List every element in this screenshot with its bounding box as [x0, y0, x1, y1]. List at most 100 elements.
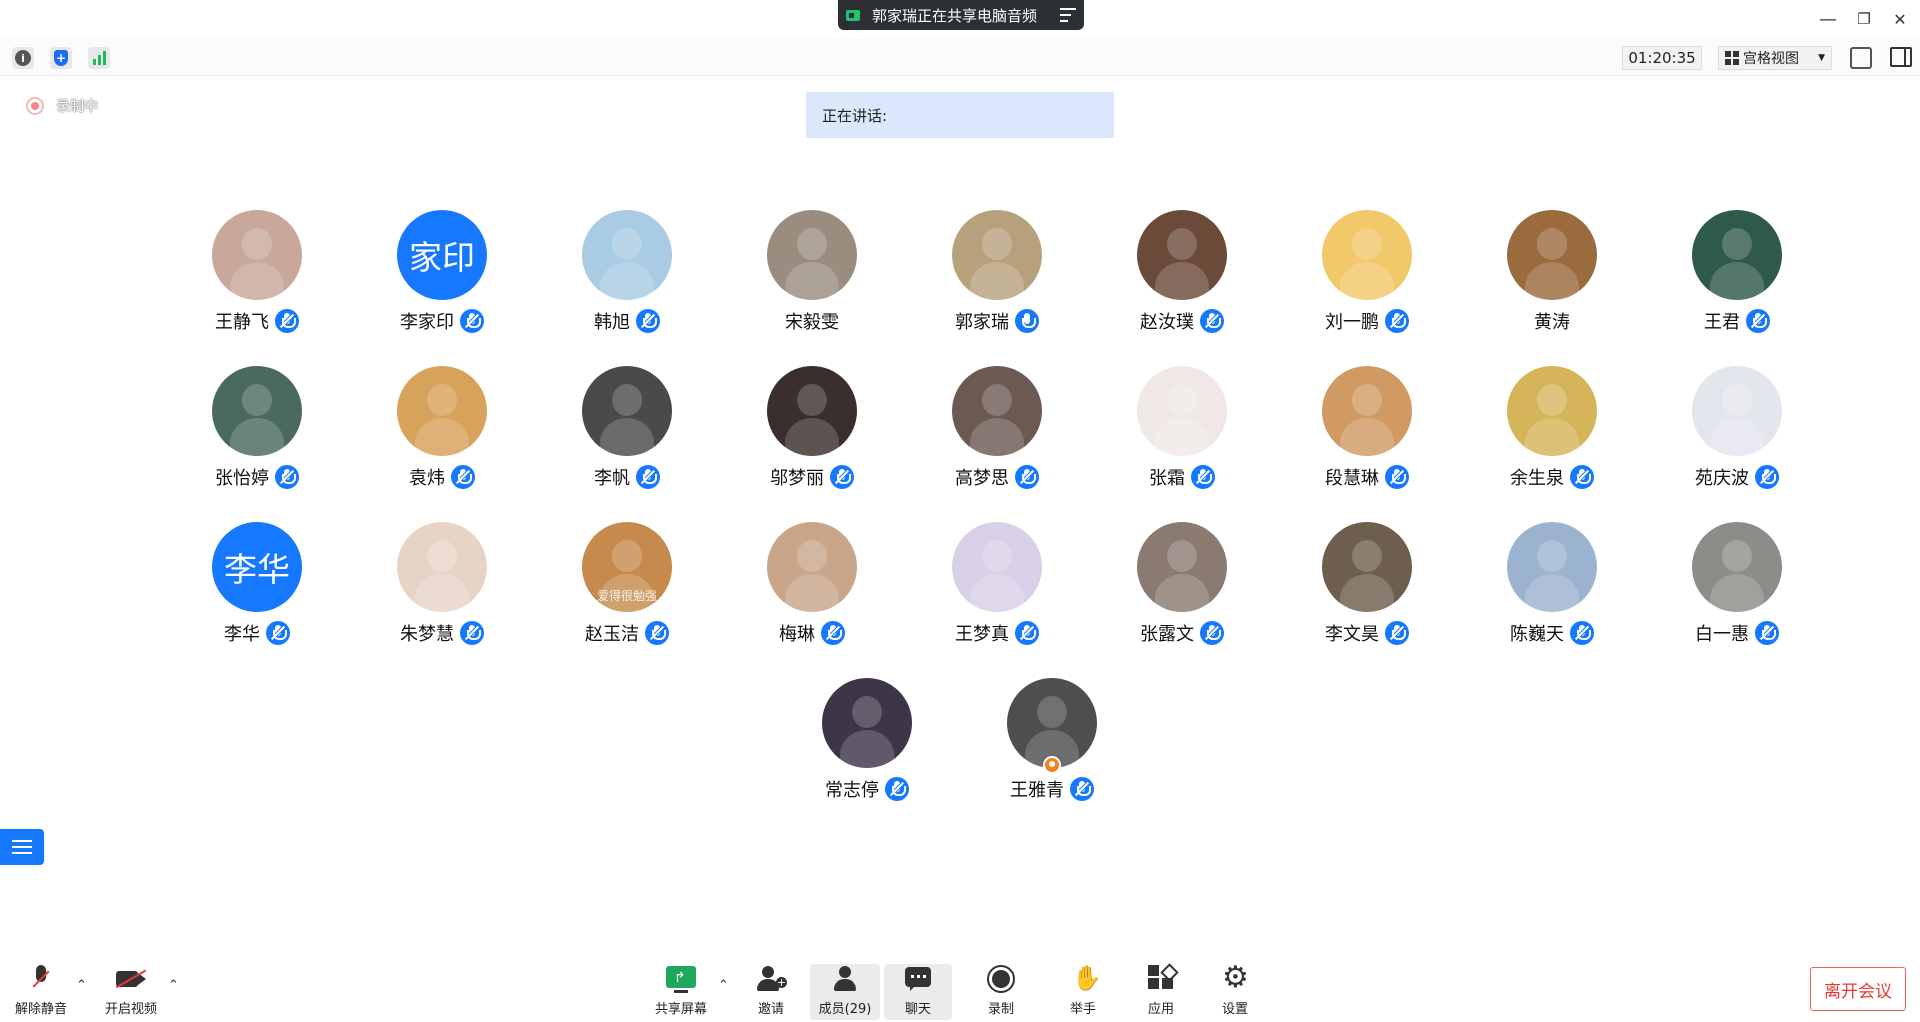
mic-muted-icon [460, 309, 484, 333]
avatar [952, 522, 1042, 612]
close-button[interactable]: ✕ [1884, 6, 1916, 32]
participant-name-row: 黄涛 [1455, 308, 1649, 334]
participant-name: 邬梦丽 [770, 468, 824, 489]
banner-menu-icon[interactable] [1060, 8, 1076, 22]
recording-label: 录制中 [56, 99, 98, 115]
participant-name-row: 赵汝璞 [1085, 308, 1279, 334]
participant-tile[interactable]: 赵汝璞 [1085, 210, 1270, 360]
participant-tile[interactable]: 刘一鹏 [1270, 210, 1455, 360]
members-icon [830, 964, 860, 994]
participant-tile[interactable]: 白一惠 [1640, 522, 1825, 672]
participant-name-row: 白一惠 [1640, 620, 1834, 646]
participant-name: 李家印 [400, 312, 454, 333]
participant-tile[interactable]: 王静飞 [160, 210, 345, 360]
participant-name: 段慧琳 [1325, 468, 1379, 489]
list-toggle-button[interactable] [0, 829, 44, 865]
participant-name-row: 李华 [160, 620, 354, 646]
video-options-chevron-icon[interactable]: ⌃ [168, 978, 179, 993]
restore-button[interactable]: ❐ [1848, 6, 1880, 32]
mic-muted-icon [830, 465, 854, 489]
record-button[interactable]: 录制 [966, 964, 1036, 1020]
mic-muted-icon [26, 964, 56, 994]
share-screen-icon: ↱ [666, 964, 696, 994]
security-button[interactable]: + [50, 47, 72, 69]
avatar: 爱得很勉强 [582, 522, 672, 612]
participant-tile[interactable]: 家印 李家印 [345, 210, 530, 360]
participant-name-row: 朱梦慧 [345, 620, 539, 646]
participant-tile[interactable]: 高梦思 [900, 366, 1085, 516]
avatar [582, 210, 672, 300]
invite-button[interactable]: + 邀请 [736, 964, 806, 1020]
mic-muted-icon [1755, 621, 1779, 645]
mic-muted-icon [1385, 465, 1409, 489]
avatar [1322, 522, 1412, 612]
apps-label: 应用 [1147, 1002, 1174, 1017]
mic-muted-icon [821, 621, 845, 645]
participant-name-row: 王静飞 [160, 308, 354, 334]
participant-tile[interactable]: 段慧琳 [1270, 366, 1455, 516]
start-video-button[interactable]: 开启视频 [96, 964, 166, 1020]
avatar [1322, 366, 1412, 456]
participant-name-row: 李文昊 [1270, 620, 1464, 646]
chat-button[interactable]: 聊天 [884, 964, 952, 1020]
participant-tile[interactable]: 王雅青 [955, 678, 1140, 828]
participant-tile[interactable]: 王君 [1640, 210, 1825, 360]
participant-name-row: 王雅青 [955, 776, 1149, 802]
raise-hand-button[interactable]: 举手 [1048, 964, 1118, 1020]
minimize-button[interactable]: — [1812, 6, 1844, 32]
apps-icon [1146, 964, 1176, 994]
avatar [1507, 522, 1597, 612]
avatar [1507, 366, 1597, 456]
apps-button[interactable]: 应用 [1126, 964, 1196, 1020]
participant-name: 黄涛 [1534, 312, 1570, 333]
participant-tile[interactable]: 梅琳 [715, 522, 900, 672]
participant-tile[interactable]: 爱得很勉强 赵玉洁 [530, 522, 715, 672]
participant-name: 张露文 [1140, 624, 1194, 645]
participant-tile[interactable]: 袁炜 [345, 366, 530, 516]
participant-tile[interactable]: 陈巍天 [1455, 522, 1640, 672]
participant-tile[interactable]: 黄涛 [1455, 210, 1640, 360]
participant-tile[interactable]: 张怡婷 [160, 366, 345, 516]
share-screen-button[interactable]: ↱ 共享屏幕 [646, 964, 716, 1020]
participant-tile[interactable]: 宋毅雯 [715, 210, 900, 360]
side-panel-toggle-button[interactable] [1890, 47, 1912, 67]
participant-name: 陈巍天 [1510, 624, 1564, 645]
leave-meeting-button[interactable]: 离开会议 [1810, 967, 1906, 1011]
participant-tile[interactable]: 张露文 [1085, 522, 1270, 672]
meeting-info-button[interactable]: i [12, 47, 34, 69]
participant-name-row: 赵玉洁 [530, 620, 724, 646]
share-options-chevron-icon[interactable]: ⌃ [718, 978, 729, 993]
participant-tile[interactable]: 李帆 [530, 366, 715, 516]
participant-tile[interactable]: 李文昊 [1270, 522, 1455, 672]
participant-name: 李华 [224, 624, 260, 645]
mic-muted-icon [1191, 465, 1215, 489]
camera-off-icon [116, 964, 146, 994]
network-status-button[interactable] [88, 47, 110, 69]
fullscreen-button[interactable] [1850, 47, 1872, 69]
audio-options-chevron-icon[interactable]: ⌃ [76, 978, 87, 993]
participant-tile[interactable]: 李华 李华 [160, 522, 345, 672]
participant-tile[interactable]: 张霜 [1085, 366, 1270, 516]
unmute-button[interactable]: 解除静音 [6, 964, 76, 1020]
settings-button[interactable]: 设置 [1200, 960, 1270, 1020]
unmute-label: 解除静音 [14, 1002, 67, 1017]
bottom-toolbar: 解除静音 ⌃ 开启视频 ⌃ ↱ 共享屏幕 ⌃ + 邀请 成员(29) 聊天 录制… [0, 956, 1920, 1022]
participant-tile[interactable]: 王梦真 [900, 522, 1085, 672]
participant-tile[interactable]: 苑庆波 [1640, 366, 1825, 516]
chevron-down-icon: ▼ [1818, 53, 1825, 63]
participant-tile[interactable]: 韩旭 [530, 210, 715, 360]
view-mode-select[interactable]: 宫格视图 ▼ [1718, 46, 1832, 70]
participant-tile[interactable]: 邬梦丽 [715, 366, 900, 516]
mic-muted-icon [1746, 309, 1770, 333]
participant-tile[interactable]: 余生泉 [1455, 366, 1640, 516]
meeting-timer: 01:20:35 [1622, 46, 1702, 70]
screen-share-banner[interactable]: 郭家瑞正在共享电脑音频 [838, 0, 1084, 30]
members-button[interactable]: 成员(29) [810, 964, 880, 1020]
participant-tile[interactable]: 朱梦慧 [345, 522, 530, 672]
participant-name: 宋毅雯 [785, 312, 839, 333]
raise-hand-label: 举手 [1069, 1002, 1096, 1017]
share-banner-text: 郭家瑞正在共享电脑音频 [872, 6, 1038, 25]
mic-muted-icon [1570, 621, 1594, 645]
participant-tile[interactable]: 常志停 [770, 678, 955, 828]
participant-tile[interactable]: 郭家瑞 [900, 210, 1085, 360]
